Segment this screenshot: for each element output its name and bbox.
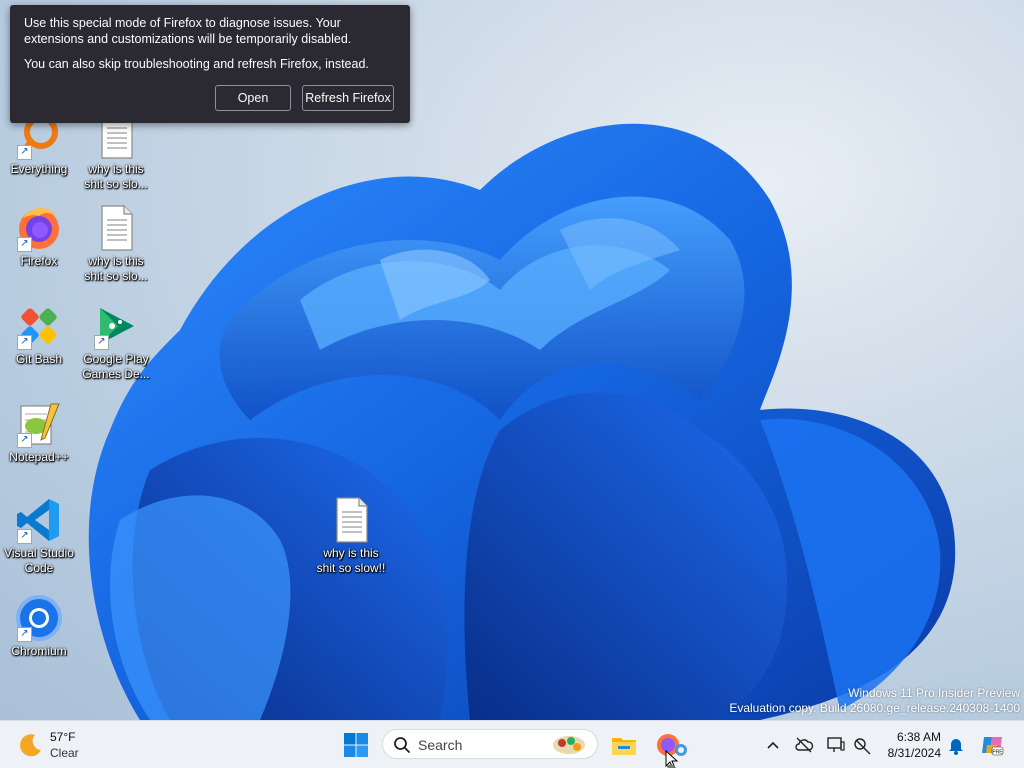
start-button[interactable]: [343, 732, 369, 758]
moon-icon: [20, 734, 41, 757]
shortcut-arrow-icon: ↗: [17, 145, 32, 160]
show-hidden-icons-button[interactable]: [763, 735, 783, 755]
network-status-button[interactable]: [794, 735, 814, 755]
network-disconnected-icon: [854, 738, 871, 755]
search-placeholder: Search: [418, 737, 463, 753]
file-explorer-icon: [612, 738, 636, 755]
text-file-icon: [101, 205, 133, 251]
clock-time: 6:38 AM: [896, 730, 941, 744]
shortcut-arrow-icon: ↗: [17, 335, 32, 350]
copilot-button[interactable]: PRE: [980, 733, 1004, 757]
desktop-icon-vscode[interactable]: ↗ Visual Studio Code: [2, 496, 76, 576]
desktop-icon-label: Notepad++: [9, 450, 69, 464]
notifications-button[interactable]: [946, 735, 966, 755]
desktop-icon-chromium[interactable]: ↗ Chromium: [2, 594, 76, 659]
refresh-firefox-button[interactable]: Refresh Firefox: [302, 85, 394, 111]
open-button[interactable]: Open: [215, 85, 291, 111]
shortcut-arrow-icon: ↗: [94, 335, 109, 350]
dialog-secondary-message: You can also skip troubleshooting and re…: [24, 57, 369, 71]
cloud-offline-icon: [795, 737, 814, 753]
taskbar: 57°F Clear Search 6:38 AM 8/31/2024 PRE: [0, 720, 1024, 768]
windows-logo-icon: [344, 733, 368, 757]
search-highlight-icon: [553, 736, 585, 754]
text-file-icon: [336, 497, 368, 543]
weather-condition: Clear: [50, 746, 79, 760]
weather-widget[interactable]: 57°F Clear: [14, 727, 124, 763]
chevron-up-icon: [767, 741, 779, 749]
desktop-icon-label: why is this shit so slo...: [84, 162, 148, 191]
desktop-icon-text-file-3[interactable]: why is this shit so slow!!: [314, 496, 388, 576]
desktop-icon-label: why is this shit so slo...: [84, 254, 148, 283]
desktop-icon-label: Google Play Games De...: [82, 352, 150, 381]
watermark-line-2: Evaluation copy. Build 26080.ge_release.…: [729, 701, 1020, 715]
bell-icon: [949, 739, 963, 755]
shortcut-arrow-icon: ↗: [17, 627, 32, 642]
desktop-icon-label: Chromium: [11, 644, 67, 658]
clock[interactable]: 6:38 AM 8/31/2024: [888, 729, 941, 761]
desktop-icon-google-play-games[interactable]: ↗ Google Play Games De...: [79, 302, 153, 382]
desktop-icon-label: Visual Studio Code: [4, 546, 74, 575]
desktop-icon-label: Firefox: [20, 254, 58, 268]
monitor-icon: [827, 737, 845, 752]
copilot-icon: PRE: [982, 737, 1003, 756]
shortcut-arrow-icon: ↗: [17, 433, 32, 448]
display-button[interactable]: [826, 735, 846, 755]
desktop-icon-label: why is this shit so slow!!: [316, 546, 386, 575]
taskbar-file-explorer[interactable]: [610, 731, 638, 759]
weather-temperature: 57°F: [50, 730, 76, 744]
desktop-icon-notepadpp[interactable]: ↗ Notepad++: [2, 400, 76, 465]
sound-network-button[interactable]: [852, 735, 872, 755]
desktop-icon-text-file-1[interactable]: why is this shit so slo...: [79, 112, 153, 192]
shortcut-arrow-icon: ↗: [17, 529, 32, 544]
desktop-icon-git-bash[interactable]: ↗ Git Bash: [2, 302, 76, 367]
desktop-icon-label: Git Bash: [15, 352, 63, 366]
taskbar-firefox[interactable]: [654, 730, 690, 768]
clock-date: 8/31/2024: [887, 746, 941, 760]
shortcut-arrow-icon: ↗: [17, 237, 32, 252]
troubleshoot-mode-dialog: Use this special mode of Firefox to diag…: [10, 5, 410, 123]
search-icon: [394, 737, 410, 753]
os-watermark: Windows 11 Pro Insider Preview Evaluatio…: [729, 686, 1020, 716]
watermark-line-1: Windows 11 Pro Insider Preview: [848, 686, 1020, 700]
taskbar-search-box[interactable]: Search: [382, 729, 598, 759]
desktop-icon-firefox[interactable]: ↗ Firefox: [2, 204, 76, 269]
svg-text:PRE: PRE: [992, 750, 1003, 756]
desktop-icon-text-file-2[interactable]: why is this shit so slo...: [79, 204, 153, 284]
desktop-icon-label: Everything: [10, 162, 68, 176]
dialog-message: Use this special mode of Firefox to diag…: [24, 16, 352, 46]
